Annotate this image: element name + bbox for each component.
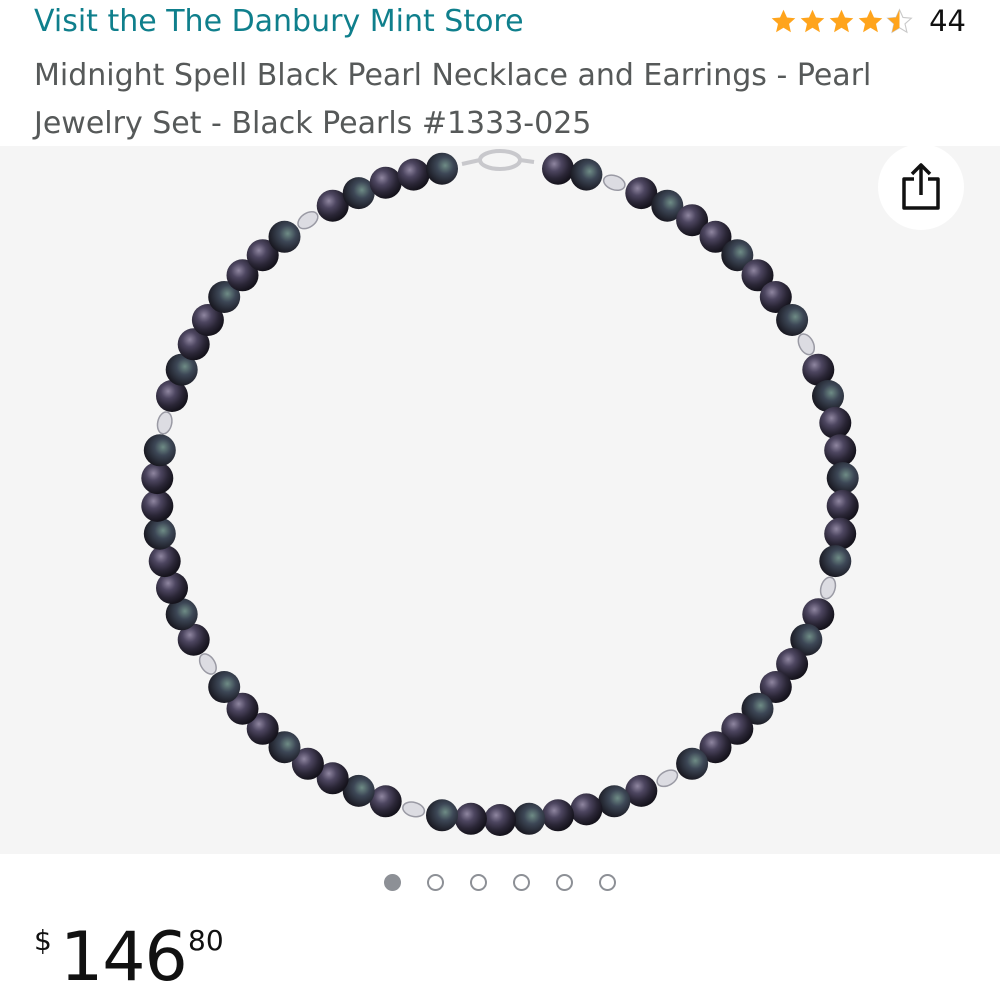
pagination-dot[interactable] [384,874,401,891]
pagination-dot[interactable] [427,874,444,891]
star-full-icon [771,9,796,32]
pagination-dot[interactable] [556,874,573,891]
share-button[interactable] [878,144,964,230]
header-row: Visit the The Danbury Mint Store 44 [34,0,966,50]
price-whole: 146 [60,918,188,997]
product-page: Visit the The Danbury Mint Store 44 Midn… [0,0,1000,1000]
pagination-dot[interactable] [599,874,616,891]
necklace-beads [141,152,859,836]
share-icon [902,163,940,210]
product-image[interactable] [0,146,1000,854]
price-symbol: $ [34,924,52,957]
clasp [461,149,535,171]
image-gallery[interactable] [0,146,1000,854]
star-full-icon [829,9,854,32]
price-fraction: 80 [188,924,224,957]
rating-count[interactable]: 44 [929,4,966,38]
rating[interactable]: 44 [770,4,966,38]
pagination-dot[interactable] [513,874,530,891]
image-pagination [0,874,1000,891]
pagination-dot[interactable] [470,874,487,891]
star-half-icon [886,7,913,33]
star-rating [770,7,915,35]
star-full-icon [858,9,883,32]
star-full-icon [800,9,825,32]
product-title: Midnight Spell Black Pearl Necklace and … [34,58,872,141]
store-link[interactable]: Visit the The Danbury Mint Store [34,4,524,39]
